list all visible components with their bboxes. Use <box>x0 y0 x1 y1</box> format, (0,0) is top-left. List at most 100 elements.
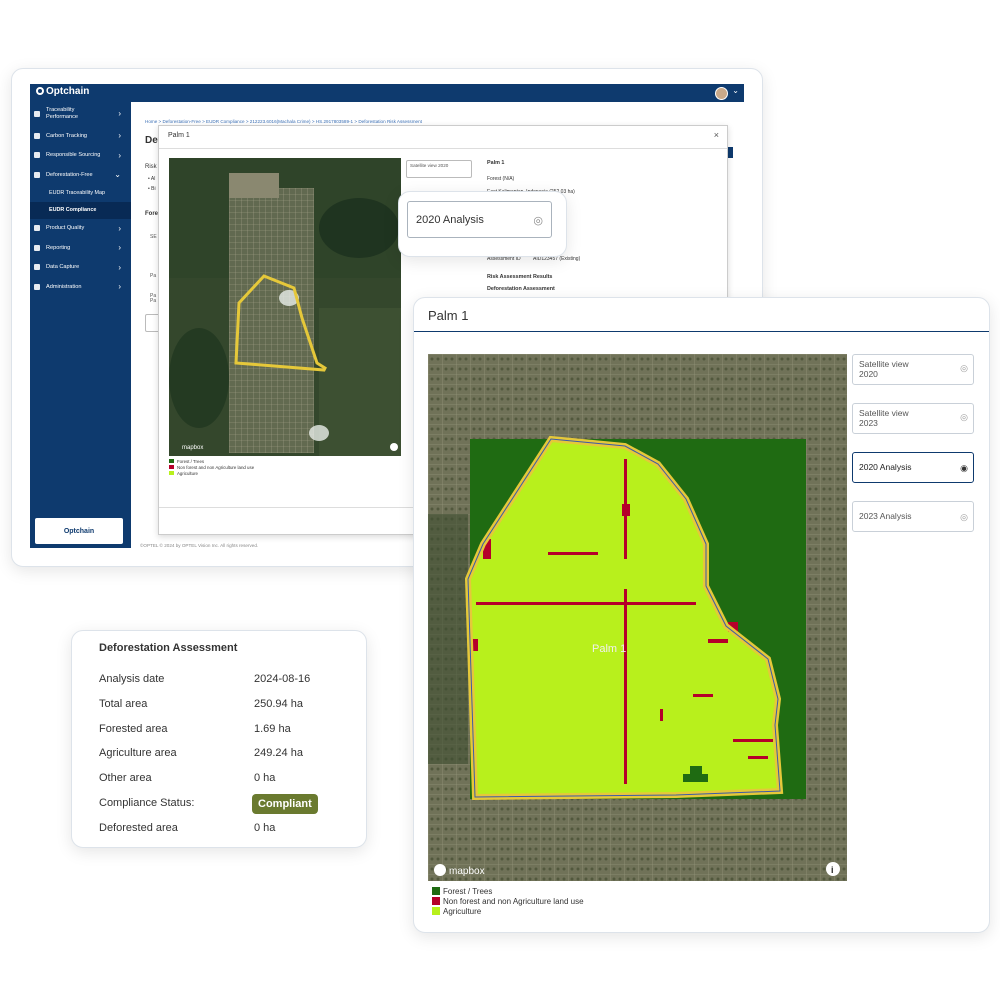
sidebar: Traceability Performance › Carbon Trackin… <box>30 102 131 548</box>
footer-copyright: ©OPTEL © 2024 by OPTEL Vision Inc. All r… <box>140 543 259 548</box>
legend-label: Agriculture <box>443 907 482 916</box>
layer-satellite-2020[interactable]: Satellite view 2020 ◎ <box>852 354 974 385</box>
row-value: 0 ha <box>254 772 276 784</box>
row-label: Compliance Status: <box>99 797 195 809</box>
sidebar-item-label: Administration <box>46 283 82 290</box>
legend-swatch <box>432 887 440 895</box>
tree-icon <box>34 171 40 178</box>
logo-icon <box>36 87 44 95</box>
analysis-2020-button[interactable]: 2020 Analysis ◎ <box>407 201 552 238</box>
row-value: 2024-08-16 <box>254 673 311 685</box>
map-legend: Forest / Trees Non forest and non Agricu… <box>432 887 584 917</box>
legend-label: Non forest and non Agriculture land use <box>177 465 255 470</box>
legend-label: Forest / Trees <box>443 887 493 896</box>
layer-satellite-2023[interactable]: Satellite view 2023 ◎ <box>852 403 974 434</box>
divider <box>159 148 727 149</box>
layer-label: Satellite view 2023 <box>859 408 909 428</box>
mapbox-logo: mapbox <box>449 866 485 877</box>
chevron-right-icon: › <box>118 131 121 141</box>
eye-icon: ◉ <box>960 463 968 473</box>
row-value: 249.24 ha <box>254 747 303 759</box>
brand-name: Optchain <box>46 86 90 97</box>
eye-off-icon: ◎ <box>533 215 543 227</box>
traceability-icon <box>34 111 40 117</box>
brand-logo: Optchain <box>36 86 89 97</box>
chevron-down-icon: ⌄ <box>114 170 121 180</box>
table-header: SE <box>150 234 157 240</box>
table-row[interactable]: Pa <box>150 293 156 299</box>
eye-off-icon: ◎ <box>960 363 968 373</box>
sidebar-item-reporting[interactable]: Reporting › <box>30 238 131 258</box>
bullet-item: • Bi <box>148 186 156 192</box>
forest-value: Forest (N/A) <box>487 176 515 182</box>
quality-icon <box>34 225 40 232</box>
analysis-map[interactable]: Palm 1 mapbox i <box>428 354 847 881</box>
modal-legend: Forest / Trees Non forest and non Agricu… <box>169 459 254 477</box>
row-label: Total area <box>99 698 148 710</box>
chevron-right-icon: › <box>118 262 121 272</box>
modal-title: Palm 1 <box>168 132 190 139</box>
breadcrumb[interactable]: Home > Deforestation-Free > EUDR Complia… <box>145 119 422 124</box>
agriculture-area-row: Agriculture area 249.24 ha <box>99 745 349 765</box>
chevron-down-icon[interactable]: ⌄ <box>732 86 739 95</box>
palm-map-card: Palm 1 Palm 1 mapbox i Satellite view 20… <box>413 297 990 933</box>
sidebar-item-label: Carbon Tracking <box>46 132 88 139</box>
legend-label: Non forest and non Agriculture land use <box>443 897 584 906</box>
card-title: Palm 1 <box>428 308 469 323</box>
footer-logo: Optchain <box>35 518 123 544</box>
sidebar-item-deforestation[interactable]: Deforestation-Free ⌄ <box>30 165 131 185</box>
legend-swatch <box>432 897 440 905</box>
sidebar-item-label: Product Quality <box>46 225 85 232</box>
chevron-right-icon: › <box>118 150 121 160</box>
analysis-date-row: Analysis date 2024-08-16 <box>99 671 349 691</box>
row-label: Analysis date <box>99 673 165 685</box>
close-icon[interactable]: × <box>714 130 719 140</box>
button-label: 2020 Analysis <box>416 214 484 226</box>
row-value: 0 ha <box>254 822 276 834</box>
status-badge: Compliant <box>252 794 318 814</box>
avatar[interactable] <box>715 87 728 100</box>
sidebar-item-data-capture[interactable]: Data Capture › <box>30 258 131 278</box>
svg-text:i: i <box>831 865 834 875</box>
mapbox-logo: mapbox <box>182 445 203 451</box>
sidebar-item-quality[interactable]: Product Quality › <box>30 219 131 239</box>
sidebar-item-label: Responsible Sourcing <box>46 152 101 159</box>
plot-name: Palm 1 <box>487 160 505 166</box>
row-label: Agriculture area <box>99 747 177 759</box>
chevron-right-icon: › <box>118 243 121 253</box>
row-label: Forested area <box>99 723 168 735</box>
legend-swatch <box>169 465 174 469</box>
analysis-callout-card: 2020 Analysis ◎ <box>398 191 567 257</box>
sidebar-item-carbon[interactable]: Carbon Tracking › <box>30 126 131 146</box>
legend-label: Forest / Trees <box>177 459 205 464</box>
table-row[interactable]: Pa <box>150 273 156 279</box>
modal-satellite-map[interactable]: mapbox <box>169 158 401 456</box>
sidebar-item-label: Deforestation-Free <box>46 171 93 178</box>
leaf-icon <box>34 152 40 159</box>
total-area-row: Total area 250.94 ha <box>99 696 349 716</box>
sidebar-item-admin[interactable]: Administration › <box>30 277 131 297</box>
layer-2020-analysis[interactable]: 2020 Analysis ◉ <box>852 452 974 483</box>
sidebar-item-traceability[interactable]: Traceability Performance › <box>30 102 131 126</box>
layer-label: Satellite view 2020 <box>859 359 909 379</box>
sidebar-item-label: Data Capture <box>46 264 80 271</box>
other-area-row: Other area 0 ha <box>99 770 349 790</box>
map-plot-label: Palm 1 <box>592 643 626 655</box>
layer-label: 2023 Analysis <box>859 511 912 521</box>
sidebar-item-sourcing[interactable]: Responsible Sourcing › <box>30 146 131 166</box>
satellite-view-2020-button[interactable]: Satellite view 2020 <box>406 160 472 178</box>
bullet-item: • Al <box>148 176 156 182</box>
forested-area-row: Forested area 1.69 ha <box>99 721 349 741</box>
risk-results-heading: Risk Assessment Results <box>487 274 553 280</box>
sidebar-subitem-traceability-map[interactable]: EUDR Traceability Map <box>30 185 131 202</box>
deforested-area-row: Deforested area 0 ha <box>99 820 349 840</box>
row-label: Other area <box>99 772 152 784</box>
top-bar: Optchain ⌄ <box>30 84 744 102</box>
eye-off-icon: ◎ <box>960 412 968 422</box>
sidebar-subitem-eudr-compliance[interactable]: EUDR Compliance <box>30 201 131 219</box>
wrench-icon <box>34 283 40 290</box>
compliance-status-row: Compliance Status: Compliant <box>99 794 349 815</box>
legend-swatch <box>169 471 174 475</box>
layer-2023-analysis[interactable]: 2023 Analysis ◎ <box>852 501 974 532</box>
deforestation-heading: Deforestation Assessment <box>487 286 555 292</box>
